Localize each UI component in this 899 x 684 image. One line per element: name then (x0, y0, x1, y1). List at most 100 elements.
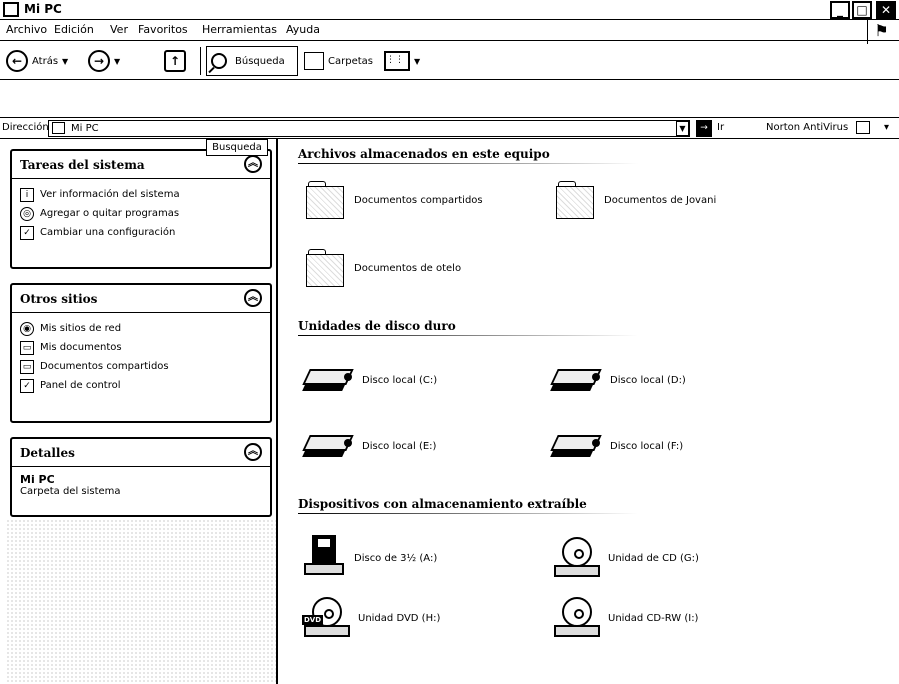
system-tasks-title: Tareas del sistema (20, 158, 145, 172)
drive-item[interactable]: Disco local (F:) (550, 431, 683, 461)
chevron-down-icon: ▼ (114, 56, 121, 66)
other-places-header[interactable]: Otros sitios ︽ (12, 285, 270, 313)
norton-icon[interactable] (856, 121, 870, 134)
task-label: Ver información del sistema (40, 189, 180, 200)
dvd-drive-icon: DVD (302, 595, 352, 641)
folder-item[interactable]: Documentos compartidos (302, 179, 483, 221)
place-my-documents[interactable]: ▭ Mis documentos (20, 338, 262, 357)
search-icon (211, 53, 227, 69)
network-icon: ◉ (20, 321, 34, 336)
folder-icon (552, 179, 598, 221)
task-change-setting[interactable]: ✓ Cambiar una configuración (20, 223, 262, 242)
drive-item[interactable]: Disco local (C:) (302, 365, 437, 395)
norton-antivirus-button[interactable]: Norton AntiVirus (766, 122, 848, 133)
search-label: Búsqueda (235, 55, 285, 67)
back-label: Atrás (32, 55, 59, 67)
folders-button[interactable]: Carpetas (304, 48, 373, 74)
task-add-remove-programs[interactable]: ◎ Agregar o quitar programas (20, 204, 262, 223)
section-title-removable: Dispositivos con almacenamiento extraíbl… (298, 497, 587, 511)
collapse-icon[interactable]: ︽ (244, 443, 262, 461)
cd-rw-drive-icon (552, 595, 602, 641)
shared-folder-icon: ▭ (20, 359, 34, 374)
minimize-button[interactable]: _ (830, 1, 850, 19)
menu-favoritos[interactable]: Favoritos (138, 23, 188, 36)
task-pane: Tareas del sistema ︽ i Ver información d… (6, 139, 278, 684)
section-title-stored-files: Archivos almacenados en este equipo (298, 147, 550, 161)
collapse-icon[interactable]: ︽ (244, 155, 262, 173)
chevron-down-icon: ▼ (62, 56, 69, 66)
toolbar-separator (200, 47, 201, 75)
forward-arrow-icon: → (88, 50, 110, 72)
address-value: Mi PC (71, 123, 99, 134)
place-network[interactable]: ◉ Mis sitios de red (20, 319, 262, 338)
details-title: Detalles (20, 446, 75, 460)
details-name: Mi PC (20, 473, 55, 486)
system-tasks-panel: Tareas del sistema ︽ i Ver información d… (10, 149, 272, 269)
dvd-badge: DVD (302, 615, 324, 625)
menu-archivo[interactable]: Archivo (6, 23, 47, 36)
views-grid-icon: ⋮⋮⋮ (384, 51, 413, 71)
maximize-button[interactable]: □ (852, 1, 872, 19)
address-field[interactable]: Mi PC (48, 120, 690, 137)
details-panel: Detalles ︽ Mi PC Carpeta del sistema (10, 437, 272, 517)
control-panel-icon: ✓ (20, 378, 34, 393)
folders-label: Carpetas (328, 55, 373, 67)
item-label: Documentos de otelo (354, 262, 462, 274)
chevron-down-icon[interactable]: ▾ (884, 122, 889, 133)
hard-disk-icon (550, 431, 606, 461)
computer-icon (52, 122, 65, 134)
go-button[interactable]: → (696, 120, 712, 137)
computer-icon (3, 2, 19, 17)
programs-icon: ◎ (20, 206, 34, 221)
back-button[interactable]: ← Atrás ▼ (6, 48, 68, 74)
section-divider (298, 513, 638, 514)
folder-item[interactable]: Documentos de Jovani (552, 179, 716, 221)
hard-disk-icon (302, 365, 358, 395)
forward-button[interactable]: → ▼ (88, 48, 120, 74)
menu-ayuda[interactable]: Ayuda (286, 23, 320, 36)
collapse-icon[interactable]: ︽ (244, 289, 262, 307)
section-divider (298, 335, 638, 336)
drive-item[interactable]: DVD Unidad DVD (H:) (302, 595, 440, 641)
toolbar: ← Atrás ▼ → ▼ ↑ Búsqueda Carpetas ⋮⋮⋮ ▼ (0, 41, 899, 80)
drive-item[interactable]: Disco local (D:) (550, 365, 686, 395)
address-label: Dirección (2, 122, 49, 133)
search-tooltip: Busqueda (206, 139, 268, 156)
section-title-hard-disks: Unidades de disco duro (298, 319, 456, 333)
task-view-system-info[interactable]: i Ver información del sistema (20, 185, 262, 204)
back-arrow-icon: ← (6, 50, 28, 72)
file-view: Archivos almacenados en este equipo Docu… (280, 139, 899, 684)
place-shared-documents[interactable]: ▭ Documentos compartidos (20, 357, 262, 376)
info-icon: i (20, 187, 34, 202)
item-label: Documentos compartidos (354, 194, 483, 206)
drive-item[interactable]: Disco local (E:) (302, 431, 436, 461)
item-label: Unidad CD-RW (I:) (608, 612, 699, 624)
hard-disk-icon (302, 431, 358, 461)
folder-icon (302, 179, 348, 221)
menu-edicion[interactable]: Edición (54, 23, 94, 36)
drive-item[interactable]: Unidad CD-RW (I:) (552, 595, 698, 641)
close-button[interactable]: ✕ (876, 1, 896, 19)
task-label: Cambiar una configuración (40, 227, 176, 238)
go-label[interactable]: Ir (717, 122, 724, 133)
window-title: Mi PC (24, 2, 62, 16)
place-control-panel[interactable]: ✓ Panel de control (20, 376, 262, 395)
drive-item[interactable]: Unidad de CD (G:) (552, 535, 699, 581)
drive-item[interactable]: Disco de 3½ (A:) (302, 535, 437, 581)
item-label: Unidad DVD (H:) (358, 612, 441, 624)
menu-ver[interactable]: Ver (110, 23, 128, 36)
item-label: Disco local (C:) (362, 374, 438, 386)
chevron-down-icon: ▼ (414, 56, 421, 66)
cd-drive-icon (552, 535, 602, 581)
address-dropdown-button[interactable]: ▼ (676, 121, 689, 136)
views-button[interactable]: ⋮⋮⋮ ▼ (384, 48, 420, 74)
place-label: Mis documentos (40, 342, 122, 353)
section-divider (298, 163, 638, 164)
search-button[interactable]: Búsqueda (206, 46, 298, 76)
sidebar-background (6, 519, 276, 684)
place-label: Mis sitios de red (40, 323, 122, 334)
up-folder-button[interactable]: ↑ (164, 48, 186, 74)
folder-item[interactable]: Documentos de otelo (302, 247, 461, 289)
details-header[interactable]: Detalles ︽ (12, 439, 270, 467)
menu-herramientas[interactable]: Herramientas (202, 23, 277, 36)
